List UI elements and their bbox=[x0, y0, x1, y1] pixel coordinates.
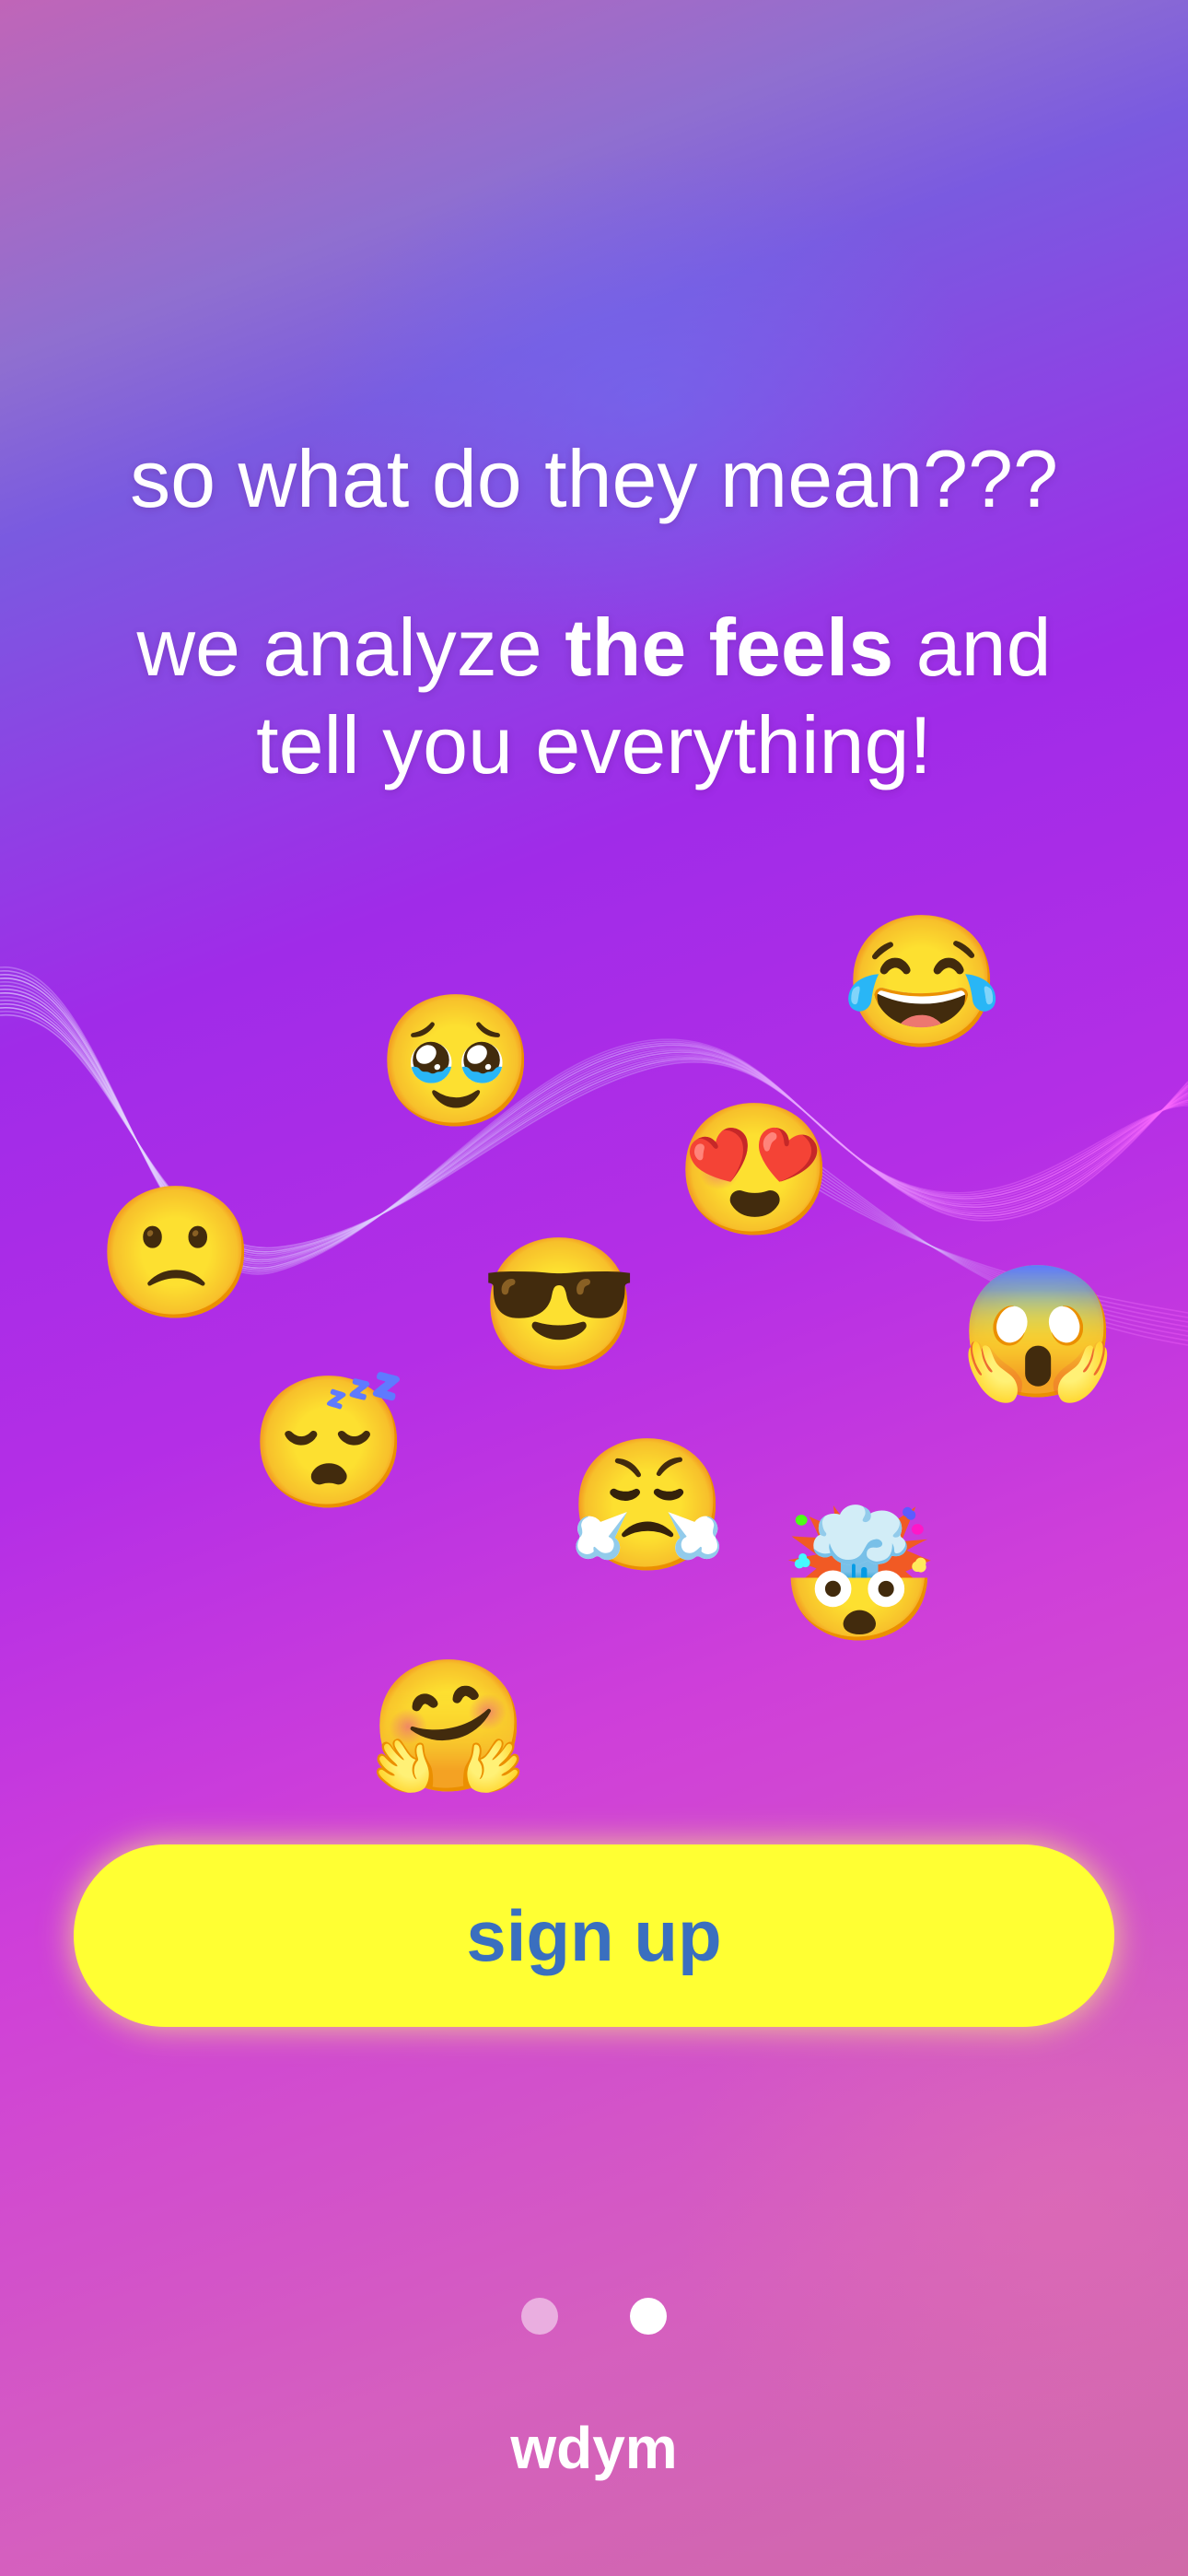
steam-from-nose-emoji-icon: 😤 bbox=[567, 1433, 728, 1577]
page-indicator bbox=[0, 2298, 1188, 2335]
brand-name: wdym bbox=[510, 2415, 678, 2481]
sign-up-label: sign up bbox=[466, 1894, 722, 1976]
tears-of-joy-emoji-icon: 😂 bbox=[842, 909, 1003, 1054]
tagline-emphasis: the feels bbox=[565, 602, 894, 693]
page-dot-1[interactable] bbox=[521, 2298, 558, 2335]
tagline-part-1: we analyze bbox=[136, 602, 565, 693]
exploding-head-emoji-icon: 🤯 bbox=[779, 1503, 940, 1647]
sunglasses-emoji-icon: 😎 bbox=[479, 1232, 640, 1376]
page-dot-2-active[interactable] bbox=[630, 2298, 667, 2335]
hugging-face-emoji-icon: 🤗 bbox=[368, 1654, 530, 1798]
sign-up-button[interactable]: sign up bbox=[74, 1844, 1114, 2027]
frowning-face-emoji-icon: 🙁 bbox=[96, 1180, 257, 1325]
pleading-face-emoji-icon: 🥹 bbox=[376, 989, 537, 1133]
heart-eyes-emoji-icon: 😍 bbox=[674, 1097, 835, 1242]
sleeping-face-emoji-icon: 😴 bbox=[249, 1370, 410, 1515]
screaming-face-emoji-icon: 😱 bbox=[958, 1259, 1119, 1404]
page-title: so what do they mean??? bbox=[130, 433, 1058, 524]
tagline: we analyze the feels and tell you everyt… bbox=[83, 599, 1105, 794]
